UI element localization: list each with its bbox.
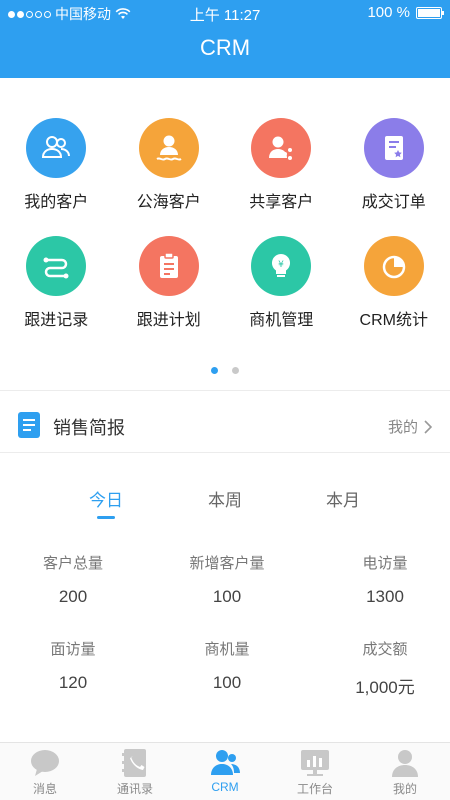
stat-phone-visits: 电访量 1300 bbox=[325, 552, 445, 607]
document-icon bbox=[18, 412, 40, 438]
stat-value: 100 bbox=[212, 587, 242, 606]
stat-total-customers: 客户总量 200 bbox=[13, 552, 133, 607]
tabbar-label: 通讯录 bbox=[116, 782, 153, 796]
stat-value: 1,000元 bbox=[355, 678, 415, 697]
stat-label: 新增客户量 bbox=[189, 555, 265, 572]
battery-label: 100 % bbox=[367, 4, 410, 21]
followup-plan-icon bbox=[138, 236, 199, 296]
menu-item-shared-customers[interactable]: 共享客户 bbox=[225, 112, 338, 230]
tab-this-month[interactable]: 本月 bbox=[303, 486, 383, 511]
page-indicator[interactable] bbox=[0, 367, 450, 374]
stat-face-visits: 面访量 120 bbox=[13, 638, 133, 693]
menu-item-my-customers[interactable]: 我的客户 bbox=[0, 112, 113, 230]
menu-label: 跟进计划 bbox=[136, 312, 201, 329]
stat-value: 1300 bbox=[366, 587, 404, 606]
followup-record-icon bbox=[26, 236, 87, 296]
svg-text:¥: ¥ bbox=[278, 260, 284, 270]
stat-label: 电访量 bbox=[362, 555, 408, 572]
bottom-tab-bar: 消息 通讯录 CRM 工作台 我的 bbox=[0, 742, 450, 800]
menu-item-public-customers[interactable]: 公海客户 bbox=[113, 112, 226, 230]
contacts-icon bbox=[122, 749, 146, 777]
workbench-icon bbox=[301, 750, 329, 776]
menu-label: 公海客户 bbox=[136, 194, 201, 211]
stat-new-customers: 新增客户量 100 bbox=[167, 552, 287, 607]
scope-label: 我的 bbox=[387, 419, 418, 436]
stat-value: 200 bbox=[58, 587, 88, 606]
stat-label: 成交额 bbox=[362, 641, 408, 658]
menu-label: 商机管理 bbox=[249, 312, 314, 329]
menu-label: 成交订单 bbox=[361, 194, 426, 211]
status-right: 100 % bbox=[367, 4, 444, 21]
crm-icon bbox=[211, 750, 240, 775]
menu-label: 跟进记录 bbox=[24, 312, 89, 329]
menu-item-orders[interactable]: 成交订单 bbox=[338, 112, 450, 230]
tabbar-item-crm[interactable]: CRM bbox=[180, 743, 270, 800]
tabbar-label: 工作台 bbox=[296, 782, 333, 796]
page-dot-active[interactable] bbox=[211, 367, 218, 374]
tab-today[interactable]: 今日 bbox=[66, 486, 146, 511]
menu-label: 我的客户 bbox=[24, 194, 89, 211]
tabbar-label: CRM bbox=[211, 780, 239, 794]
stat-value: 120 bbox=[58, 673, 88, 692]
stat-opportunities: 商机量 100 bbox=[167, 638, 287, 693]
divider bbox=[0, 452, 450, 453]
tab-this-week[interactable]: 本周 bbox=[185, 486, 265, 511]
sales-brief-title: 销售简报 bbox=[53, 418, 125, 438]
sales-brief-header: 销售简报 我的 bbox=[0, 402, 450, 450]
order-icon bbox=[363, 118, 424, 178]
scope-selector[interactable]: 我的 bbox=[388, 416, 432, 437]
menu-item-crm-stats[interactable]: CRM统计 bbox=[338, 230, 450, 348]
stat-label: 客户总量 bbox=[42, 555, 103, 572]
chevron-right-icon bbox=[424, 419, 432, 434]
shared-customer-icon bbox=[251, 118, 312, 178]
profile-icon bbox=[392, 750, 418, 777]
tabbar-item-workbench[interactable]: 工作台 bbox=[270, 743, 360, 800]
period-tabs: 今日 本周 本月 bbox=[0, 486, 450, 526]
menu-label: CRM统计 bbox=[359, 312, 428, 329]
stat-label: 面访量 bbox=[50, 641, 96, 658]
public-customer-icon bbox=[138, 118, 199, 178]
menu-item-followup-records[interactable]: 跟进记录 bbox=[0, 230, 113, 348]
function-grid: 我的客户 公海客户 共享客户 成交订单 跟进记录 跟进计划 ¥ 商机管理 CRM… bbox=[0, 112, 450, 348]
menu-item-opportunities[interactable]: ¥ 商机管理 bbox=[225, 230, 338, 348]
stat-label: 商机量 bbox=[204, 641, 250, 658]
divider bbox=[0, 390, 450, 391]
page-title: CRM bbox=[199, 35, 251, 60]
menu-label: 共享客户 bbox=[249, 194, 314, 211]
header: 中国移动 上午 11:27 100 % CRM bbox=[0, 0, 450, 78]
opportunity-icon: ¥ bbox=[251, 236, 312, 296]
pie-chart-icon bbox=[363, 236, 424, 296]
page-dot[interactable] bbox=[232, 367, 239, 374]
tabbar-item-contacts[interactable]: 通讯录 bbox=[90, 743, 180, 800]
customers-icon bbox=[26, 118, 87, 178]
message-icon bbox=[31, 750, 59, 776]
tabbar-item-messages[interactable]: 消息 bbox=[0, 743, 90, 800]
active-tab-indicator bbox=[97, 516, 115, 519]
status-bar: 中国移动 上午 11:27 100 % bbox=[0, 0, 450, 24]
stat-deal-amount: 成交额 1,000元 bbox=[325, 638, 445, 698]
battery-icon bbox=[416, 6, 444, 19]
tabbar-label: 我的 bbox=[392, 782, 417, 796]
menu-item-followup-plans[interactable]: 跟进计划 bbox=[113, 230, 226, 348]
tabbar-item-profile[interactable]: 我的 bbox=[360, 743, 450, 800]
tabbar-label: 消息 bbox=[32, 782, 57, 796]
stat-value: 100 bbox=[212, 673, 242, 692]
